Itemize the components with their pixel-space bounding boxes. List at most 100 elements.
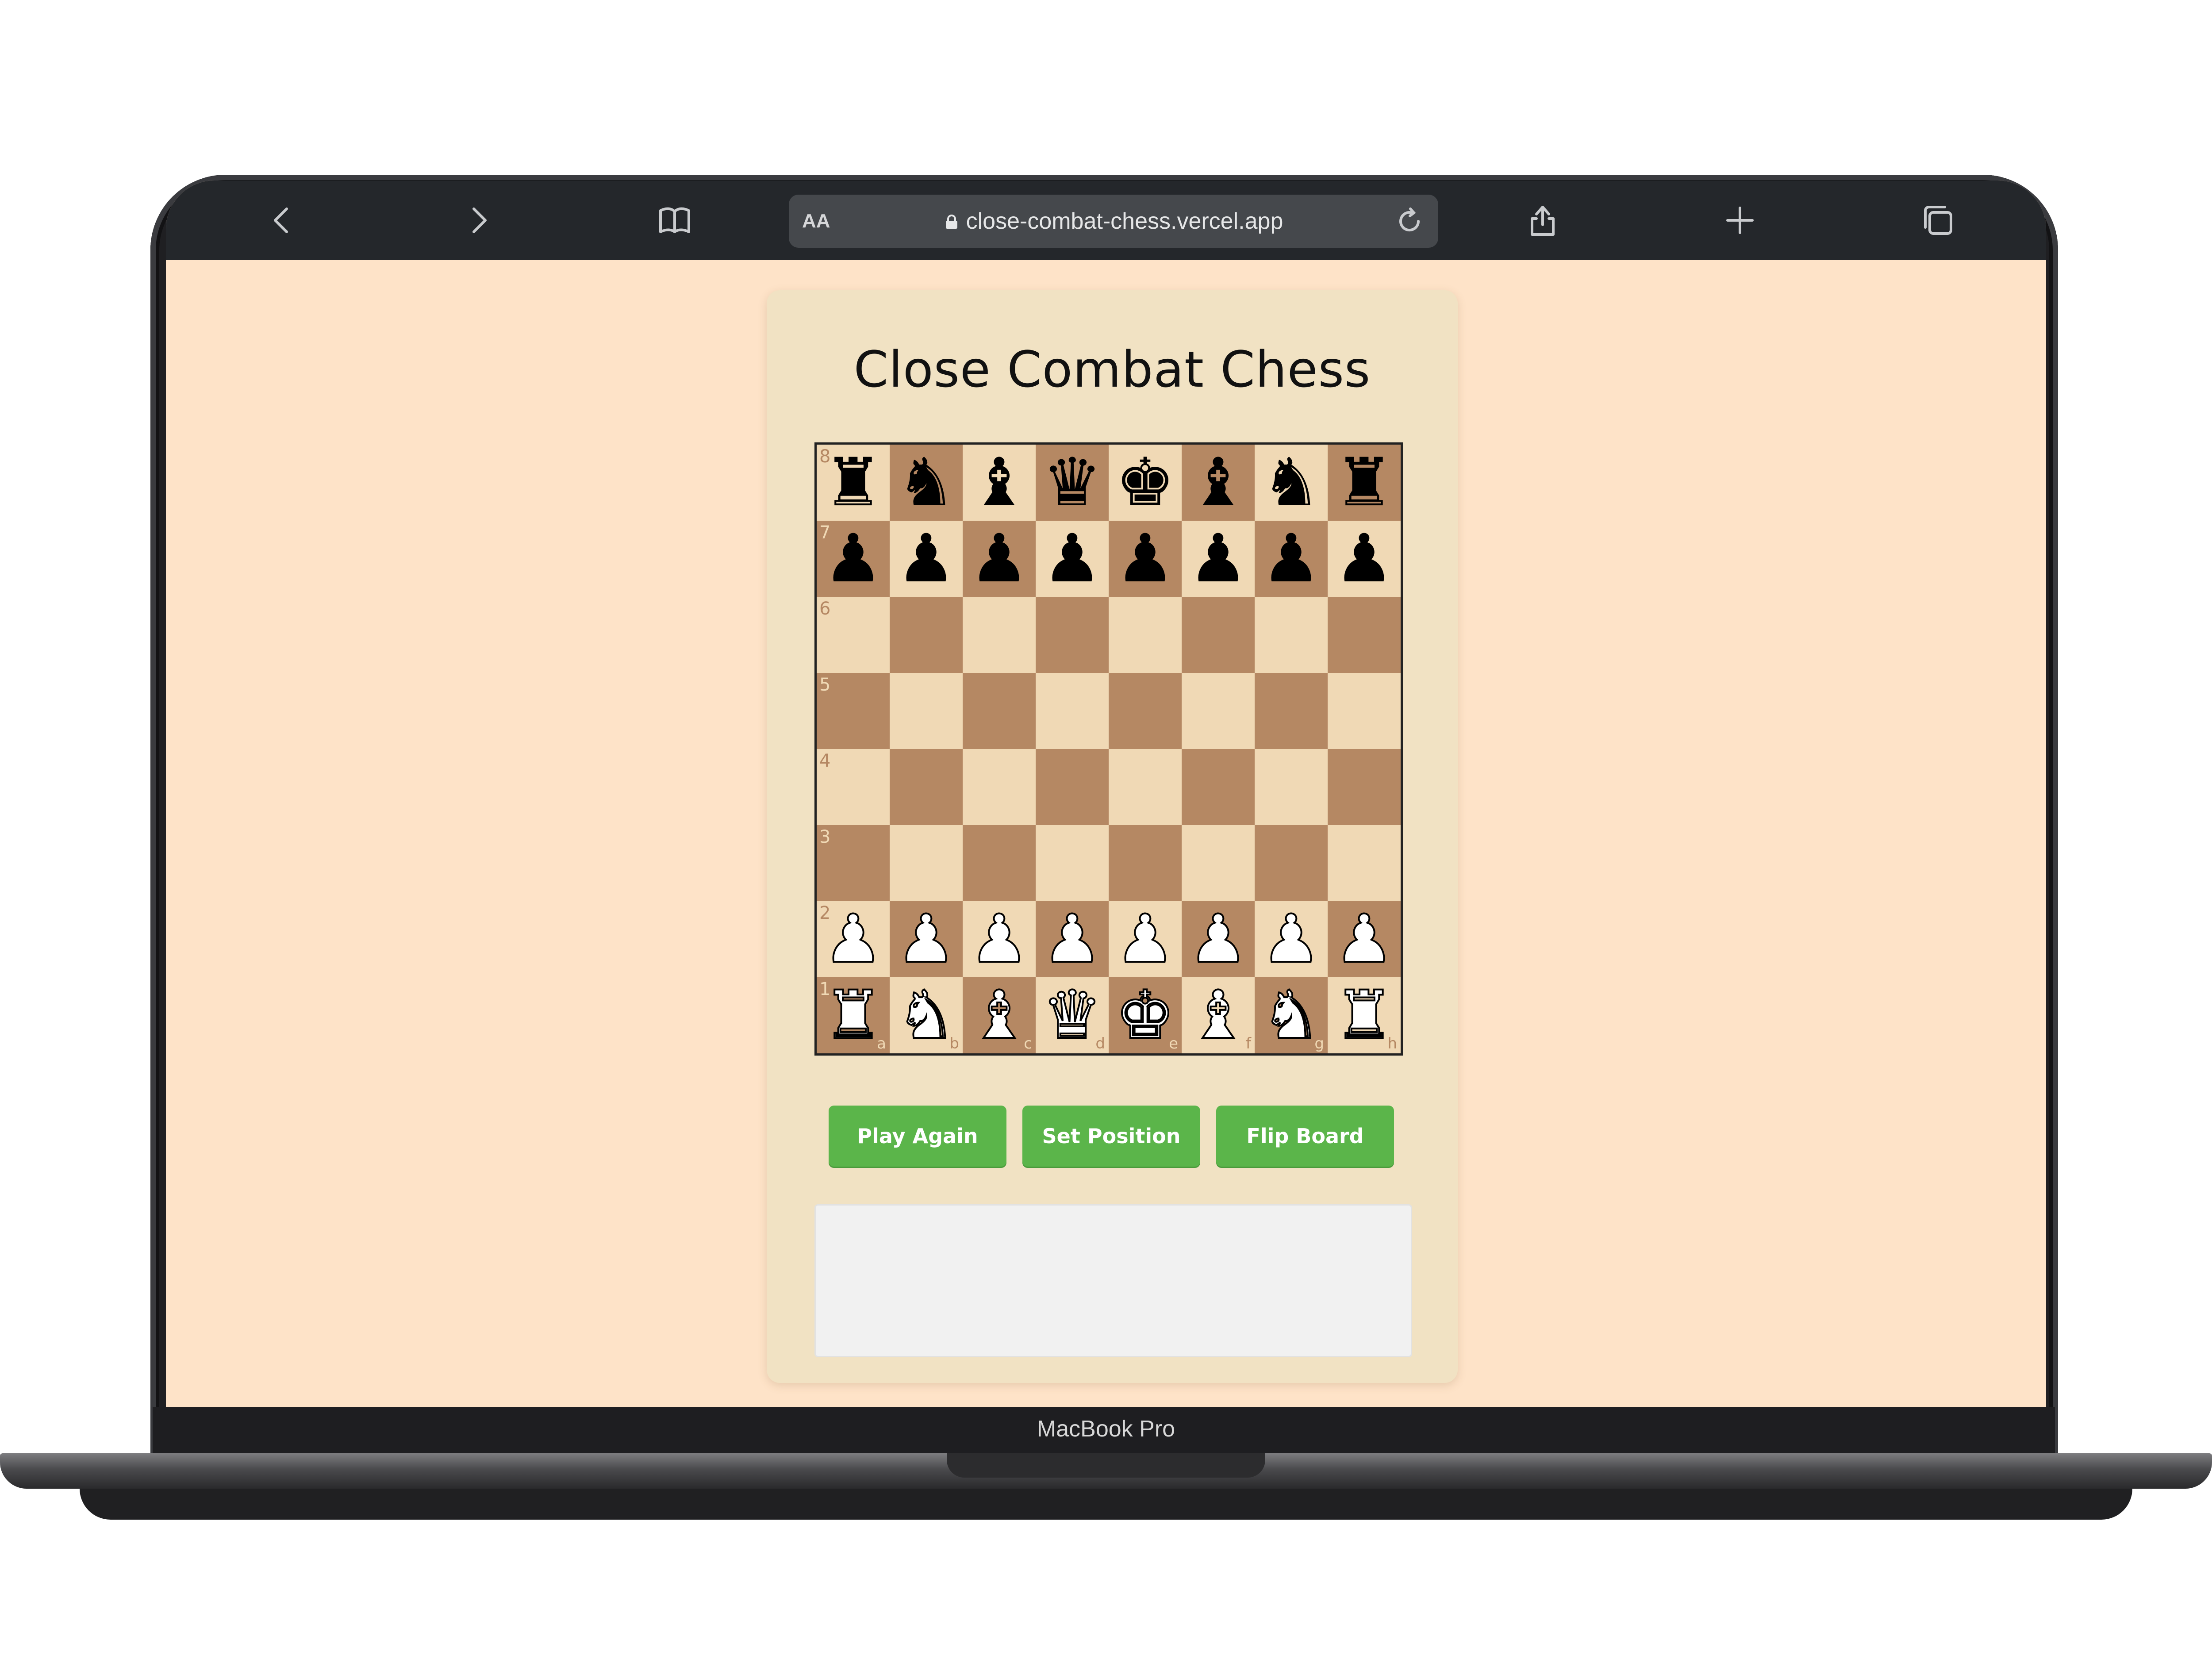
- square-d1[interactable]: d ♛: [1036, 977, 1109, 1053]
- square-f6[interactable]: [1182, 597, 1255, 673]
- square-c1[interactable]: c ♝: [963, 977, 1036, 1053]
- white-pawn-icon[interactable]: ♟: [1041, 905, 1102, 973]
- square-a7[interactable]: 7 ♟: [817, 521, 890, 597]
- square-b1[interactable]: b ♞: [890, 977, 963, 1053]
- square-f1[interactable]: f ♝: [1182, 977, 1255, 1053]
- square-c2[interactable]: ♟: [963, 901, 1036, 977]
- square-d5[interactable]: [1036, 673, 1109, 749]
- square-a3[interactable]: 3: [817, 825, 890, 901]
- square-e4[interactable]: [1109, 749, 1182, 825]
- white-pawn-icon[interactable]: ♟: [822, 905, 883, 973]
- square-f7[interactable]: ♟: [1182, 521, 1255, 597]
- square-g7[interactable]: ♟: [1255, 521, 1328, 597]
- square-c6[interactable]: [963, 597, 1036, 673]
- address-bar[interactable]: AA close-combat-chess.vercel.app: [789, 195, 1438, 248]
- square-b8[interactable]: ♞: [890, 445, 963, 521]
- back-icon[interactable]: [260, 198, 304, 242]
- reload-icon[interactable]: [1390, 201, 1429, 241]
- black-pawn-icon[interactable]: ♟: [823, 526, 883, 592]
- square-h7[interactable]: ♟: [1328, 521, 1401, 597]
- square-d6[interactable]: [1036, 597, 1109, 673]
- square-g5[interactable]: [1255, 673, 1328, 749]
- square-g1[interactable]: g ♞: [1255, 977, 1328, 1053]
- square-c4[interactable]: [963, 749, 1036, 825]
- black-pawn-icon[interactable]: ♟: [1334, 526, 1394, 592]
- black-rook-icon[interactable]: ♜: [1334, 449, 1394, 516]
- black-pawn-icon[interactable]: ♟: [1042, 526, 1102, 592]
- square-h2[interactable]: ♟: [1328, 901, 1401, 977]
- square-e1[interactable]: e ♚: [1109, 977, 1182, 1053]
- square-g2[interactable]: ♟: [1255, 901, 1328, 977]
- set-position-button[interactable]: Set Position: [1022, 1106, 1200, 1167]
- square-d7[interactable]: ♟: [1036, 521, 1109, 597]
- square-a8[interactable]: 8 ♜: [817, 445, 890, 521]
- square-c8[interactable]: ♝: [963, 445, 1036, 521]
- square-b5[interactable]: [890, 673, 963, 749]
- square-d4[interactable]: [1036, 749, 1109, 825]
- square-f5[interactable]: [1182, 673, 1255, 749]
- share-icon[interactable]: [1521, 198, 1565, 242]
- square-b6[interactable]: [890, 597, 963, 673]
- square-b2[interactable]: ♟: [890, 901, 963, 977]
- black-knight-icon[interactable]: ♞: [1261, 449, 1321, 516]
- black-pawn-icon[interactable]: ♟: [1188, 526, 1248, 592]
- flip-board-button[interactable]: Flip Board: [1216, 1106, 1394, 1167]
- black-rook-icon[interactable]: ♜: [823, 449, 883, 516]
- white-knight-icon[interactable]: ♞: [1260, 981, 1321, 1049]
- white-queen-icon[interactable]: ♛: [1041, 981, 1102, 1049]
- square-c3[interactable]: [963, 825, 1036, 901]
- square-d2[interactable]: ♟: [1036, 901, 1109, 977]
- white-king-icon[interactable]: ♚: [1114, 981, 1175, 1049]
- square-e5[interactable]: [1109, 673, 1182, 749]
- square-g6[interactable]: [1255, 597, 1328, 673]
- white-pawn-icon[interactable]: ♟: [1187, 905, 1248, 973]
- square-b4[interactable]: [890, 749, 963, 825]
- black-bishop-icon[interactable]: ♝: [1188, 449, 1248, 516]
- square-c7[interactable]: ♟: [963, 521, 1036, 597]
- black-pawn-icon[interactable]: ♟: [896, 526, 956, 592]
- square-d8[interactable]: ♛: [1036, 445, 1109, 521]
- square-e3[interactable]: [1109, 825, 1182, 901]
- square-h3[interactable]: [1328, 825, 1401, 901]
- square-b7[interactable]: ♟: [890, 521, 963, 597]
- square-f3[interactable]: [1182, 825, 1255, 901]
- black-pawn-icon[interactable]: ♟: [1261, 526, 1321, 592]
- square-f8[interactable]: ♝: [1182, 445, 1255, 521]
- white-pawn-icon[interactable]: ♟: [968, 905, 1029, 973]
- white-bishop-icon[interactable]: ♝: [1187, 981, 1248, 1049]
- square-e2[interactable]: ♟: [1109, 901, 1182, 977]
- black-queen-icon[interactable]: ♛: [1042, 449, 1102, 516]
- new-tab-icon[interactable]: [1718, 198, 1762, 242]
- white-bishop-icon[interactable]: ♝: [968, 981, 1029, 1049]
- square-h1[interactable]: h ♜: [1328, 977, 1401, 1053]
- square-g8[interactable]: ♞: [1255, 445, 1328, 521]
- square-h6[interactable]: [1328, 597, 1401, 673]
- black-knight-icon[interactable]: ♞: [896, 449, 956, 516]
- square-a4[interactable]: 4: [817, 749, 890, 825]
- white-pawn-icon[interactable]: ♟: [1260, 905, 1321, 973]
- square-g3[interactable]: [1255, 825, 1328, 901]
- square-f4[interactable]: [1182, 749, 1255, 825]
- forward-icon[interactable]: [456, 198, 500, 242]
- square-a1[interactable]: 1 a ♜: [817, 977, 890, 1053]
- square-a6[interactable]: 6: [817, 597, 890, 673]
- play-again-button[interactable]: Play Again: [829, 1106, 1006, 1167]
- black-pawn-icon[interactable]: ♟: [1115, 526, 1175, 592]
- white-pawn-icon[interactable]: ♟: [1114, 905, 1175, 973]
- white-rook-icon[interactable]: ♜: [822, 981, 883, 1049]
- square-b3[interactable]: [890, 825, 963, 901]
- black-bishop-icon[interactable]: ♝: [969, 449, 1029, 516]
- square-a2[interactable]: 2 ♟: [817, 901, 890, 977]
- square-h5[interactable]: [1328, 673, 1401, 749]
- black-king-icon[interactable]: ♚: [1115, 449, 1175, 516]
- black-pawn-icon[interactable]: ♟: [969, 526, 1029, 592]
- tabs-icon[interactable]: [1916, 198, 1960, 242]
- white-pawn-icon[interactable]: ♟: [1333, 905, 1394, 973]
- square-c5[interactable]: [963, 673, 1036, 749]
- white-pawn-icon[interactable]: ♟: [895, 905, 956, 973]
- white-knight-icon[interactable]: ♞: [895, 981, 956, 1049]
- square-f2[interactable]: ♟: [1182, 901, 1255, 977]
- bookmarks-icon[interactable]: [653, 198, 697, 242]
- white-rook-icon[interactable]: ♜: [1333, 981, 1394, 1049]
- square-a5[interactable]: 5: [817, 673, 890, 749]
